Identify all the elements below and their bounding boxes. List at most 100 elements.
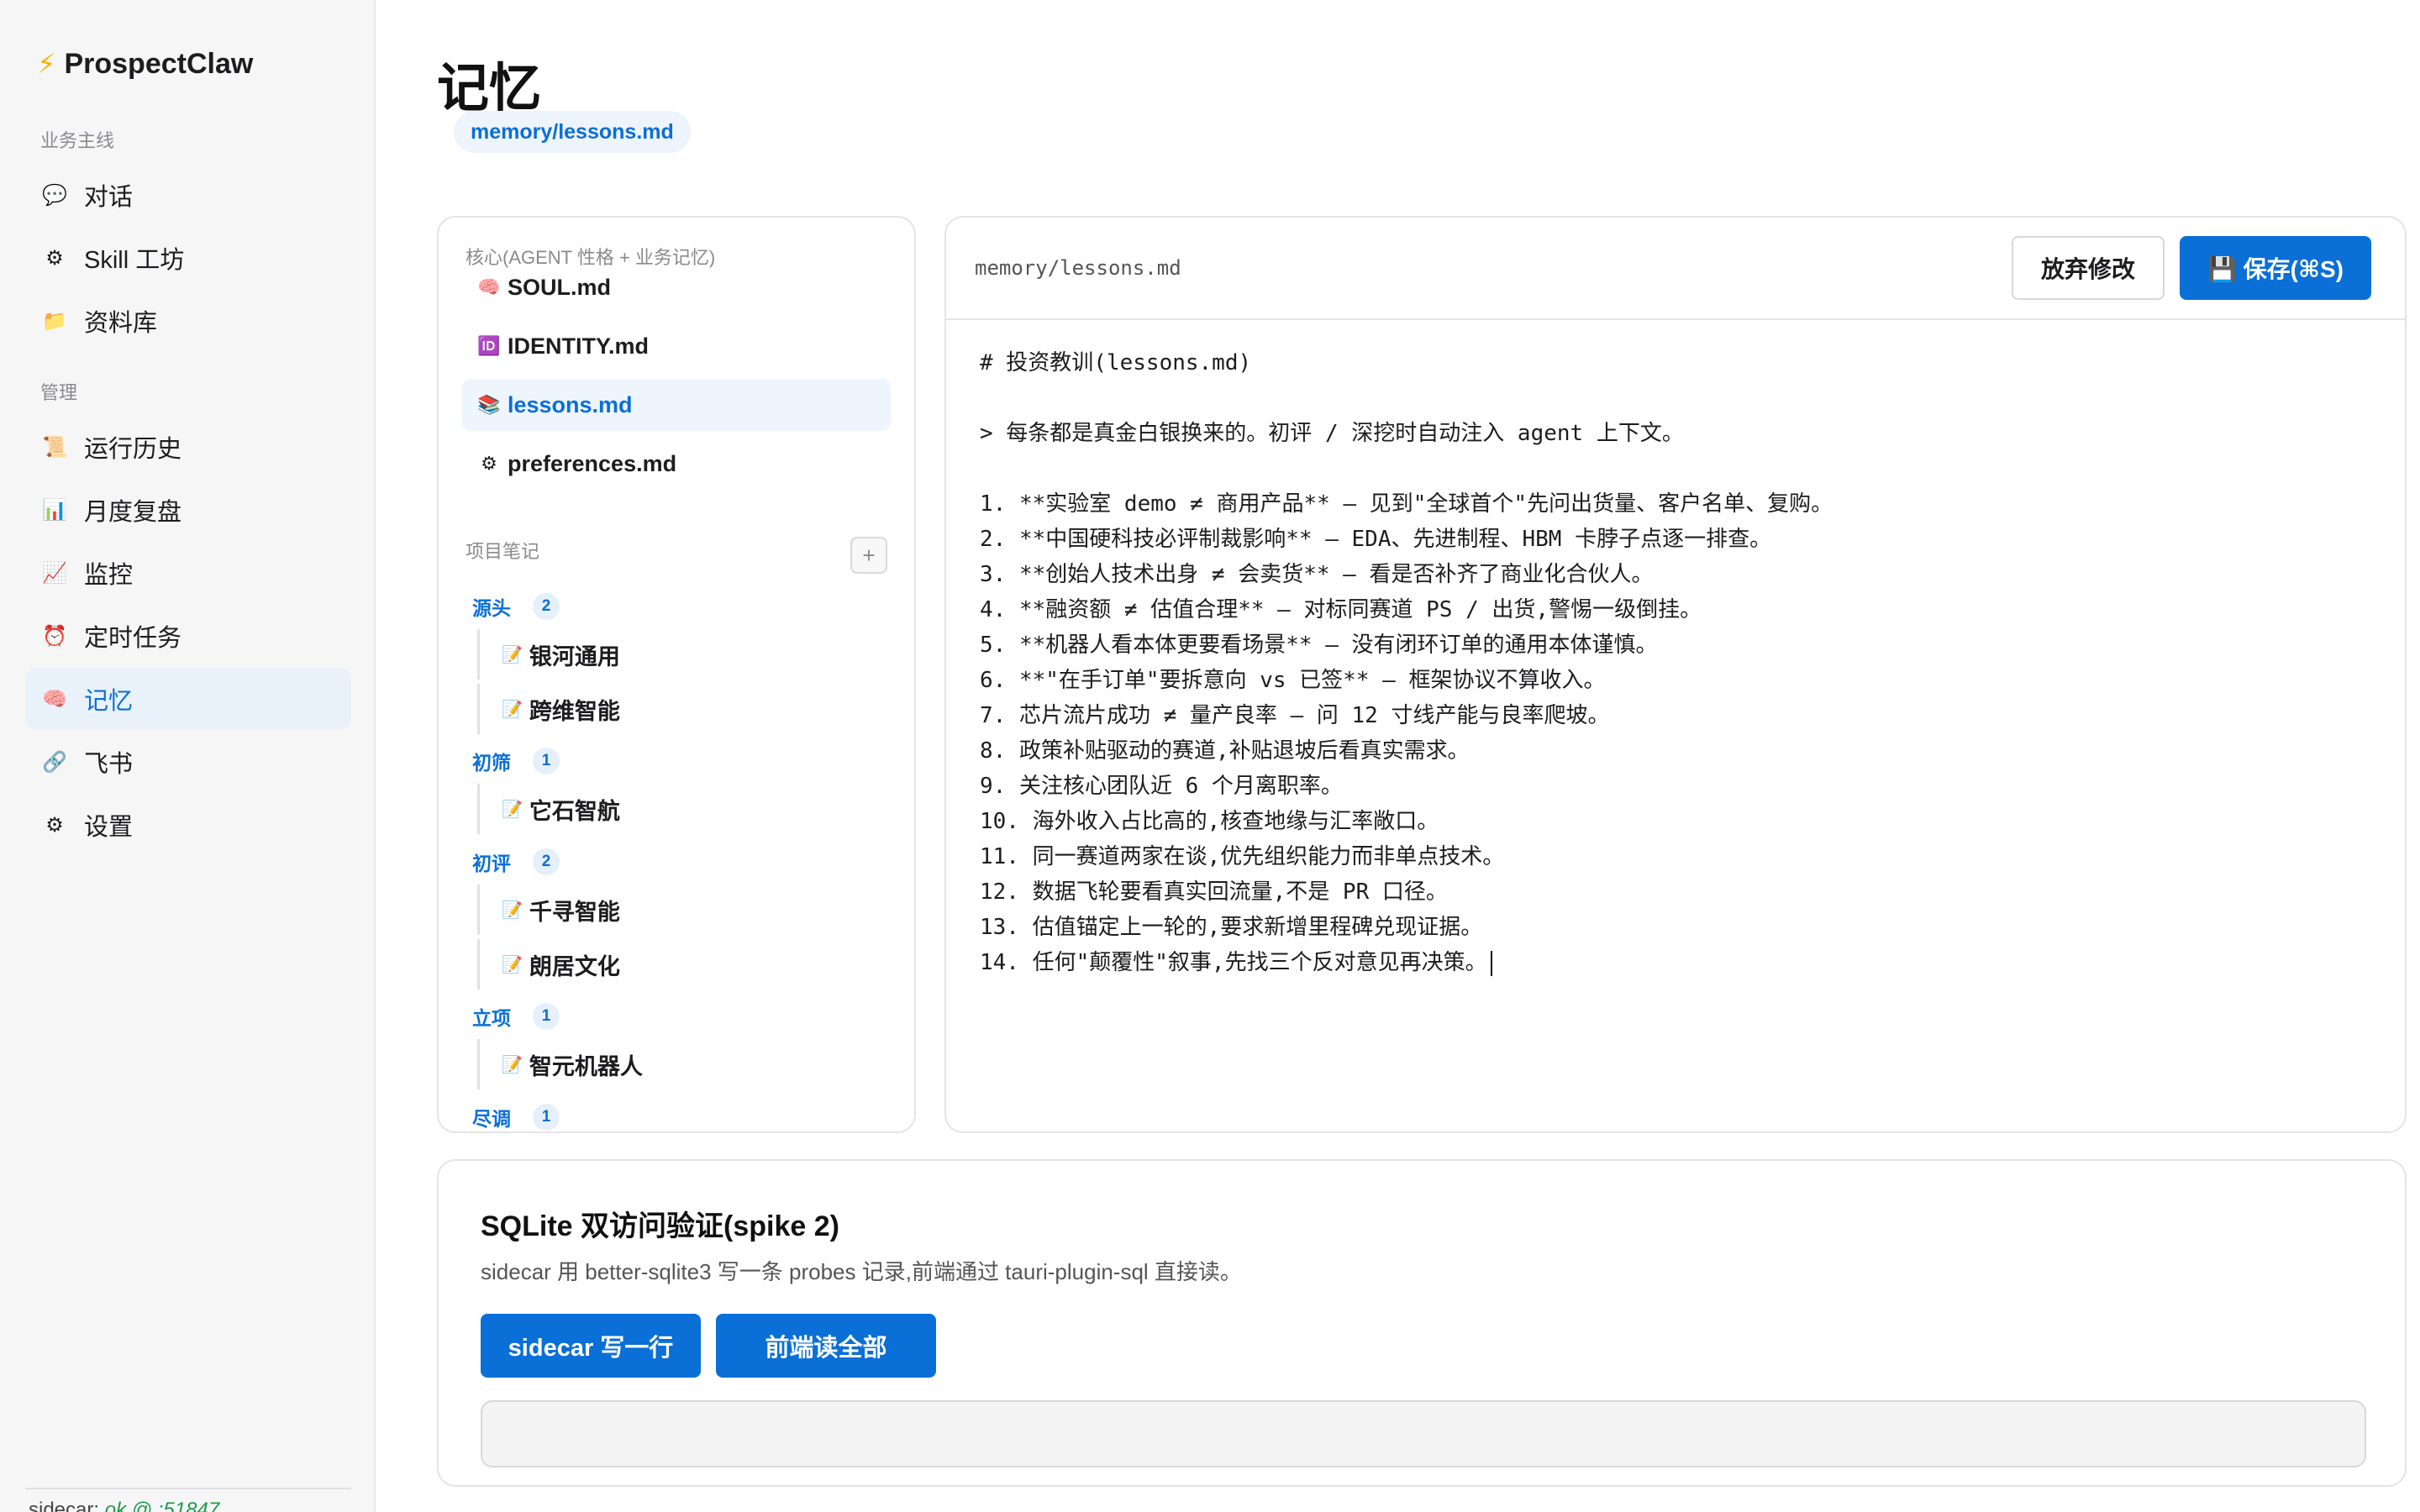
editor-line: # 投资教训(lessons.md) (980, 350, 1252, 375)
stage-group-approved[interactable]: 立项 1 (472, 1002, 560, 1031)
note-name: 银河通用 (529, 643, 620, 669)
note-item[interactable]: 📝 千寻智能 (477, 885, 620, 935)
speech-bubble-icon: 💬 (42, 183, 67, 207)
note-name: 朗居文化 (529, 953, 620, 979)
editor-line: 4. **融资额 ≠ 估值合理** — 对标同赛道 PS / 出货,警惕一级倒挂… (980, 597, 1702, 622)
add-note-button[interactable]: + (850, 537, 887, 574)
link-icon: 🔗 (42, 750, 67, 774)
note-item[interactable]: 📝 跨维智能 (477, 684, 620, 734)
note-name: 跨维智能 (529, 698, 620, 724)
note-item[interactable]: 📝 银河通用 (477, 629, 620, 680)
sidebar-item-monthly-review[interactable]: 📊 月度复盘 (25, 480, 351, 540)
gear-icon: ⚙ (45, 246, 64, 270)
editor-header: memory/lessons.md 放弃修改 💾 保存(⌘S) (946, 218, 2405, 320)
sidebar-item-feishu[interactable]: 🔗 飞书 (25, 732, 351, 792)
stage-group-source[interactable]: 源头 2 (472, 592, 560, 621)
stage-label: 尽调 (472, 1108, 511, 1130)
note-item[interactable]: 📝 智元机器人 (477, 1039, 643, 1089)
editor-line: 8. 政策补贴驱动的赛道,补贴退坡后看真实需求。 (980, 738, 1470, 764)
sidebar-item-label: 资料库 (84, 310, 158, 337)
editor-line: 3. **创始人技术出身 ≠ 会卖货** — 看是否补齐了商业化合伙人。 (980, 562, 1654, 587)
discard-changes-button[interactable]: 放弃修改 (2012, 236, 2165, 300)
sidecar-status-prefix: sidecar: (29, 1499, 100, 1512)
sidebar-item-settings[interactable]: ⚙ 设置 (25, 795, 351, 855)
editor-line: 10. 海外收入占比高的,核查地缘与汇率敞口。 (980, 809, 1439, 834)
brand: ⚡ ProspectClaw (37, 44, 253, 84)
sidebar-item-chat[interactable]: 💬 对话 (25, 165, 351, 225)
nav-section-main: 业务主线 (40, 130, 115, 151)
nav-section-admin: 管理 (40, 382, 78, 403)
brain-icon: 🧠 (477, 276, 501, 297)
stage-count-badge: 1 (533, 1104, 560, 1131)
lightning-icon: ⚡ (37, 49, 56, 79)
memo-icon: 📝 (502, 700, 523, 719)
note-item[interactable]: 📝 它石智航 (477, 784, 620, 834)
text-caret (1490, 950, 1492, 976)
editor-line: 5. **机器人看本体更要看场景** — 没有闭环订单的通用本体谨慎。 (980, 633, 1658, 658)
gear-icon: ⚙ (481, 453, 497, 474)
sidebar-item-label: 监控 (84, 562, 134, 589)
stage-label: 源头 (472, 597, 511, 619)
note-name: 智元机器人 (529, 1053, 643, 1079)
sidecar-status: sidecar: ok @ :51847 (29, 1499, 219, 1512)
project-notes-heading: 项目笔记 (466, 541, 540, 562)
sidebar-item-scheduled-tasks[interactable]: ⏰ 定时任务 (25, 606, 351, 666)
folder-icon: 📁 (42, 309, 67, 333)
sidebar-item-monitor[interactable]: 📈 监控 (25, 543, 351, 603)
sidebar-item-label: 月度复盘 (84, 499, 182, 526)
stage-label: 立项 (472, 1007, 511, 1029)
sqlite-output-box (481, 1400, 2366, 1467)
alarm-clock-icon: ⏰ (42, 624, 67, 648)
memo-icon: 📝 (502, 800, 523, 819)
frontend-read-button[interactable]: 前端读全部 (716, 1314, 936, 1378)
sidebar-item-label: 运行历史 (84, 436, 182, 463)
markdown-editor: memory/lessons.md 放弃修改 💾 保存(⌘S) # 投资教训(l… (944, 216, 2407, 1133)
editor-line: 2. **中国硬科技必评制裁影响** — EDA、先进制程、HBM 卡脖子点逐一… (980, 527, 1772, 552)
stage-group-screening[interactable]: 初筛 1 (472, 747, 560, 775)
editor-line: 7. 芯片流片成功 ≠ 量产良率 — 问 12 寸线产能与良率爬坡。 (980, 703, 1610, 728)
memo-icon: 📝 (502, 900, 523, 920)
file-item-soul[interactable]: 🧠 SOUL.md (462, 261, 891, 313)
sqlite-card-description: sidecar 用 better-sqlite3 写一条 probes 记录,前… (481, 1259, 1242, 1284)
file-path-pill: memory/lessons.md (454, 111, 691, 153)
editor-line: 11. 同一赛道两家在谈,优先组织能力而非单点技术。 (980, 844, 1505, 869)
editor-line: 12. 数据飞轮要看真实回流量,不是 PR 口径。 (980, 879, 1448, 905)
sidebar-item-label: 设置 (84, 814, 134, 841)
trend-chart-icon: 📈 (42, 561, 67, 585)
stage-group-due-diligence[interactable]: 尽调 1 (472, 1103, 560, 1131)
bar-chart-icon: 📊 (42, 498, 67, 522)
editor-line: 6. **"在手订单"要拆意向 vs 已签** — 框架协议不算收入。 (980, 668, 1606, 693)
id-badge-icon: 🆔 (477, 335, 501, 356)
sidebar-item-label: 对话 (84, 184, 134, 211)
scroll-icon: 📜 (42, 435, 67, 459)
sidebar-item-skill-workshop[interactable]: ⚙ Skill 工坊 (25, 228, 351, 288)
save-button[interactable]: 💾 保存(⌘S) (2180, 236, 2371, 300)
file-item-identity[interactable]: 🆔 IDENTITY.md (462, 320, 891, 372)
stage-count-badge: 1 (533, 748, 560, 774)
page-title: 记忆 (437, 60, 542, 118)
memo-icon: 📝 (502, 1055, 523, 1074)
file-name: SOUL.md (508, 274, 612, 300)
sidebar-item-memory[interactable]: 🧠 记忆 (25, 669, 351, 729)
books-icon: 📚 (477, 394, 501, 415)
note-item[interactable]: 📝 朗居文化 (477, 939, 620, 990)
note-name: 千寻智能 (529, 899, 620, 925)
file-name: preferences.md (508, 450, 677, 476)
stage-group-initial-review[interactable]: 初评 2 (472, 848, 560, 876)
editor-textarea[interactable]: # 投资教训(lessons.md) > 每条都是真金白银换来的。初评 / 深挖时… (980, 345, 2375, 980)
note-name: 它石智航 (529, 798, 620, 824)
memo-icon: 📝 (502, 955, 523, 974)
stage-count-badge: 1 (533, 1003, 560, 1030)
sidecar-write-button[interactable]: sidecar 写一行 (481, 1314, 701, 1378)
editor-line: > 每条都是真金白银换来的。初评 / 深挖时自动注入 agent 上下文。 (980, 421, 1684, 446)
sidebar-item-label: Skill 工坊 (84, 247, 185, 274)
file-item-lessons[interactable]: 📚 lessons.md (462, 379, 891, 431)
sidebar-item-library[interactable]: 📁 资料库 (25, 291, 351, 351)
file-item-preferences[interactable]: ⚙ preferences.md (462, 438, 891, 490)
sidebar-item-run-history[interactable]: 📜 运行历史 (25, 417, 351, 477)
stage-count-badge: 2 (533, 593, 560, 620)
sqlite-verification-card: SQLite 双访问验证(spike 2) sidecar 用 better-s… (437, 1159, 2407, 1487)
sidebar-item-label: 飞书 (84, 751, 134, 778)
sidebar-divider (25, 1488, 351, 1489)
